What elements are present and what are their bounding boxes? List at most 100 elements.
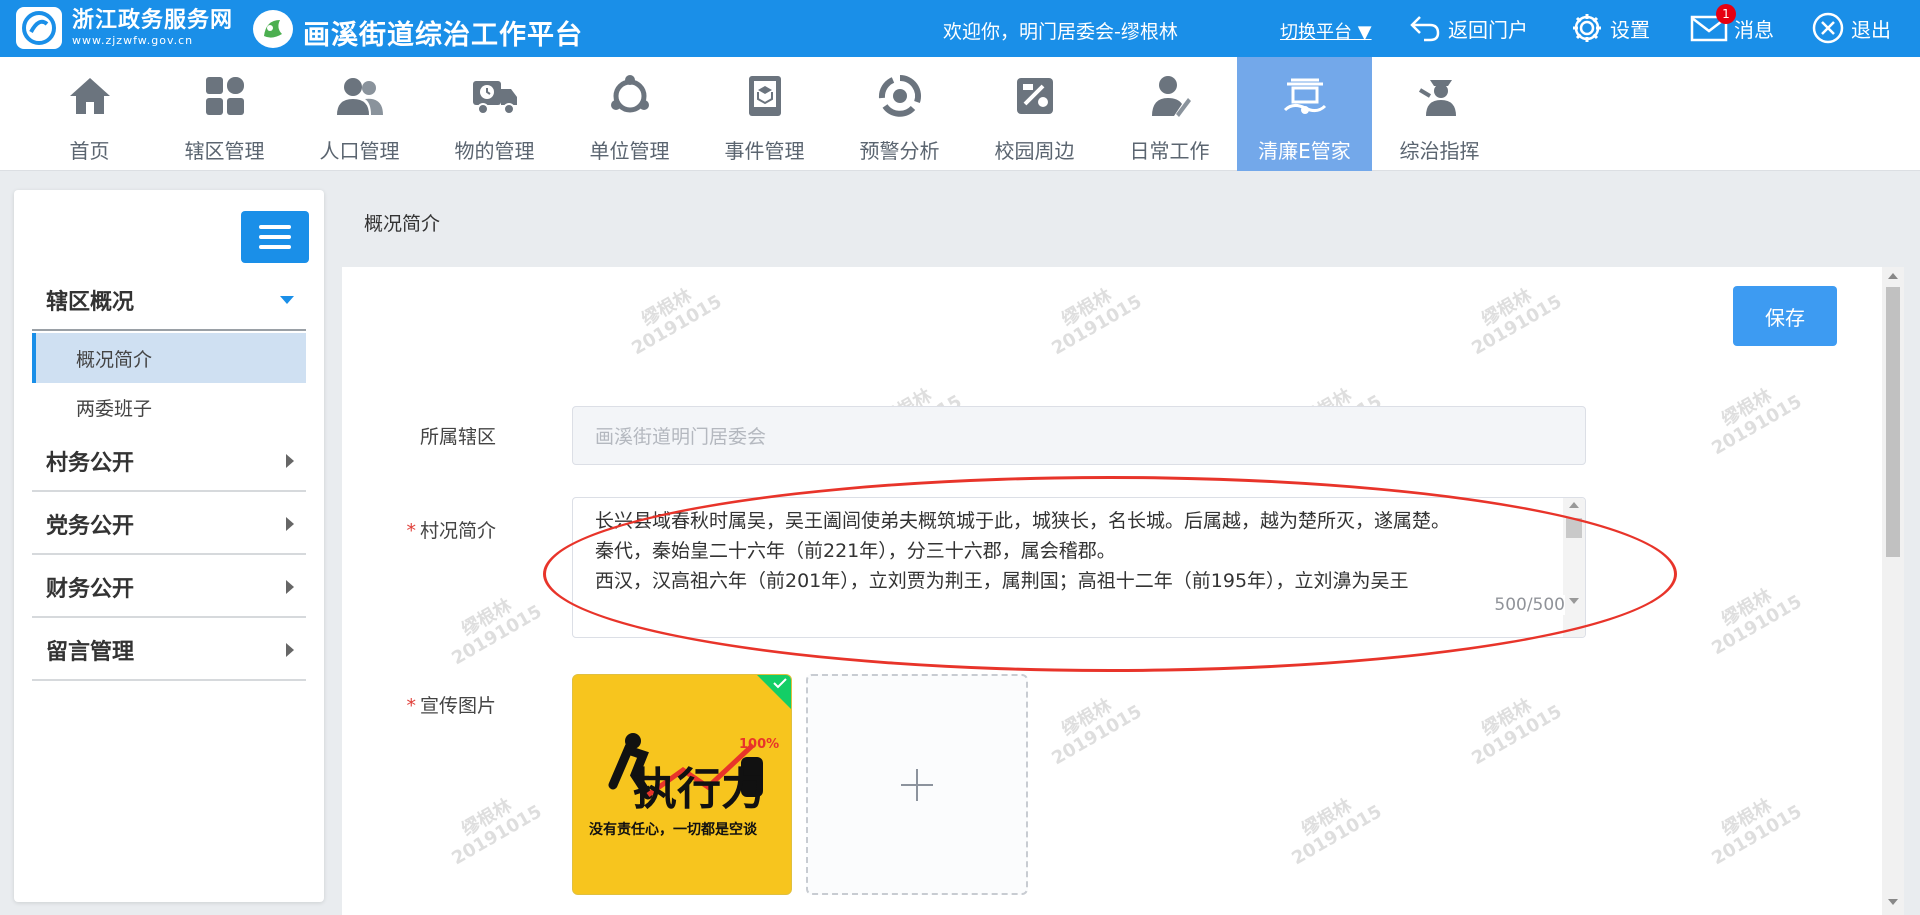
platform-title: 画溪街道综治工作平台 bbox=[303, 20, 583, 51]
switch-platform-dropdown[interactable]: 切换平台 ▼ bbox=[1280, 18, 1372, 44]
caret-down-icon bbox=[280, 296, 294, 304]
caret-right-icon bbox=[286, 517, 294, 531]
home-icon bbox=[65, 71, 115, 121]
check-icon bbox=[773, 678, 787, 689]
sidebar-group-label: 党务公开 bbox=[46, 514, 135, 539]
plus-icon bbox=[901, 768, 933, 801]
nav-district[interactable]: 辖区管理 bbox=[157, 57, 292, 171]
brand-url: www.zjzwfw.gov.cn bbox=[72, 34, 194, 47]
caret-right-icon bbox=[286, 454, 294, 468]
nav-label: 首页 bbox=[69, 139, 110, 163]
sidebar-group-party-affairs[interactable]: 党务公开 bbox=[32, 495, 306, 555]
scroll-down-arrow-icon bbox=[1569, 598, 1579, 604]
logout-label: 退出 bbox=[1851, 17, 1891, 42]
scroll-up-arrow-icon bbox=[1569, 502, 1579, 508]
watermark: 缪根林20191015 bbox=[1468, 285, 1566, 360]
nav-events[interactable]: 事件管理 bbox=[697, 57, 832, 171]
settings-label: 设置 bbox=[1610, 17, 1650, 42]
book-icon bbox=[740, 71, 790, 121]
poster-percent: 100% bbox=[739, 737, 780, 752]
poster-title: 执行力 bbox=[633, 764, 765, 815]
nav-clean-e-steward[interactable]: 清廉E管家 bbox=[1237, 57, 1372, 171]
watermark: 缪根林20191015 bbox=[1048, 695, 1146, 770]
network-icon bbox=[605, 71, 655, 121]
sidebar-group-label: 村务公开 bbox=[46, 451, 135, 476]
watermark: 缪根林20191015 bbox=[1468, 695, 1566, 770]
watermark: 缪根林20191015 bbox=[1708, 585, 1806, 660]
hamburger-icon bbox=[259, 225, 291, 249]
welcome-text: 欢迎你，明门居委会-缪根林 bbox=[943, 21, 1178, 43]
image-label: * 宣传图片 bbox=[406, 695, 496, 717]
people-icon bbox=[335, 71, 385, 121]
poster-caption: 没有责任心，一切都是空谈 bbox=[589, 822, 757, 838]
save-button[interactable]: 保存 bbox=[1733, 286, 1837, 346]
back-portal-label: 返回门户 bbox=[1448, 17, 1528, 42]
nav-label: 清廉E管家 bbox=[1258, 139, 1351, 163]
nav-command[interactable]: 综治指挥 bbox=[1372, 57, 1507, 171]
watermark: 缪根林20191015 bbox=[1048, 285, 1146, 360]
brand[interactable]: 浙江政务服务网 www.zjzwfw.gov.cn bbox=[16, 7, 233, 49]
textarea-scroll-thumb[interactable] bbox=[1566, 518, 1582, 538]
brand-title: 浙江政务服务网 bbox=[72, 8, 234, 33]
commander-icon bbox=[1415, 71, 1465, 121]
nav-label: 预警分析 bbox=[859, 139, 940, 163]
watermark: 缪根林20191015 bbox=[1708, 795, 1806, 870]
nav-campus[interactable]: 校园周边 bbox=[967, 57, 1102, 171]
nav-objects[interactable]: 物的管理 bbox=[427, 57, 562, 171]
sidebar-group-label: 辖区概况 bbox=[46, 290, 135, 315]
nav-population[interactable]: 人口管理 bbox=[292, 57, 427, 171]
watermark: 缪根林20191015 bbox=[448, 595, 546, 670]
menu-toggle-button[interactable] bbox=[241, 211, 309, 263]
watermark: 缪根林20191015 bbox=[1288, 795, 1386, 870]
sidebar-item-two-committees[interactable]: 两委班子 bbox=[32, 382, 306, 432]
nav-label: 事件管理 bbox=[724, 139, 805, 163]
nav-home[interactable]: 首页 bbox=[22, 57, 157, 171]
content-panel: 缪根林 20191015 缪根林 20191015 缪根林 20191015 缪根林 2… bbox=[342, 267, 1882, 915]
district-label: 所属辖区 bbox=[419, 426, 496, 448]
landmark-icon bbox=[1280, 71, 1330, 121]
sidebar-group-village-affairs[interactable]: 村务公开 bbox=[32, 432, 306, 492]
district-input[interactable]: 画溪街道明门居委会 bbox=[572, 406, 1586, 465]
nav-label: 辖区管理 bbox=[184, 139, 265, 163]
intro-text: 长兴县域春秋时属吴，吴王阖闾使弟夫概筑城于此，城狭长，名长城。后属越，越为楚所灭… bbox=[595, 510, 1451, 592]
sidebar-group-finance[interactable]: 财务公开 bbox=[32, 558, 306, 618]
nav-daily-work[interactable]: 日常工作 bbox=[1102, 57, 1237, 171]
close-circle-icon bbox=[1812, 12, 1844, 44]
back-portal-button[interactable]: 返回门户 bbox=[1408, 10, 1528, 46]
nav-label: 日常工作 bbox=[1129, 139, 1210, 163]
main-nav: 首页 辖区管理 人口管理 物的管理 单位管理 事件管理 预警分析 校园周边 日常… bbox=[0, 57, 1920, 171]
watermark: 缪根林20191015 bbox=[448, 795, 546, 870]
sidebar-item-overview-intro[interactable]: 概况简介 bbox=[32, 333, 306, 383]
nav-label: 物的管理 bbox=[454, 139, 535, 163]
nav-label: 人口管理 bbox=[319, 139, 400, 163]
scroll-down-arrow-icon bbox=[1888, 899, 1898, 905]
intro-label: * 村况简介 bbox=[406, 520, 496, 542]
page-scrollbar[interactable] bbox=[1882, 267, 1904, 915]
messages-button[interactable]: 1 消息 bbox=[1690, 4, 1774, 46]
worker-icon bbox=[1145, 71, 1195, 121]
sidebar-group-district-overview[interactable]: 辖区概况 bbox=[32, 271, 306, 331]
grid-icon bbox=[200, 71, 250, 121]
scroll-up-arrow-icon bbox=[1888, 273, 1898, 279]
settings-button[interactable]: 设置 bbox=[1570, 10, 1650, 46]
nav-label: 综治指挥 bbox=[1399, 139, 1480, 163]
uploaded-image[interactable]: 执行力 100% 没有责任心，一切都是空谈 bbox=[572, 674, 792, 895]
district-placeholder: 画溪街道明门居委会 bbox=[595, 426, 767, 448]
platform-logo-icon bbox=[253, 10, 293, 48]
nav-label: 校园周边 bbox=[994, 139, 1075, 163]
gear-icon bbox=[1573, 14, 1601, 42]
nav-units[interactable]: 单位管理 bbox=[562, 57, 697, 171]
add-image-button[interactable] bbox=[806, 674, 1028, 895]
nav-warning[interactable]: 预警分析 bbox=[832, 57, 967, 171]
sidebar-group-messages[interactable]: 留言管理 bbox=[32, 621, 306, 681]
nav-label: 单位管理 bbox=[589, 139, 670, 163]
textarea-scrollbar[interactable] bbox=[1563, 498, 1585, 637]
page-scroll-thumb[interactable] bbox=[1886, 287, 1900, 557]
sidebar-group-label: 财务公开 bbox=[46, 577, 135, 602]
sidebar-item-label: 两委班子 bbox=[76, 397, 153, 420]
messages-label: 消息 bbox=[1734, 17, 1774, 42]
watermark: 缪根林20191015 bbox=[628, 285, 726, 360]
intro-textarea[interactable]: 长兴县域春秋时属吴，吴王阖闾使弟夫概筑城于此，城狭长，名长城。后属越，越为楚所灭… bbox=[572, 497, 1586, 638]
logout-button[interactable]: 退出 bbox=[1811, 10, 1891, 46]
top-bar: 浙江政务服务网 www.zjzwfw.gov.cn 画溪街道综治工作平台 欢迎你… bbox=[0, 0, 1920, 57]
